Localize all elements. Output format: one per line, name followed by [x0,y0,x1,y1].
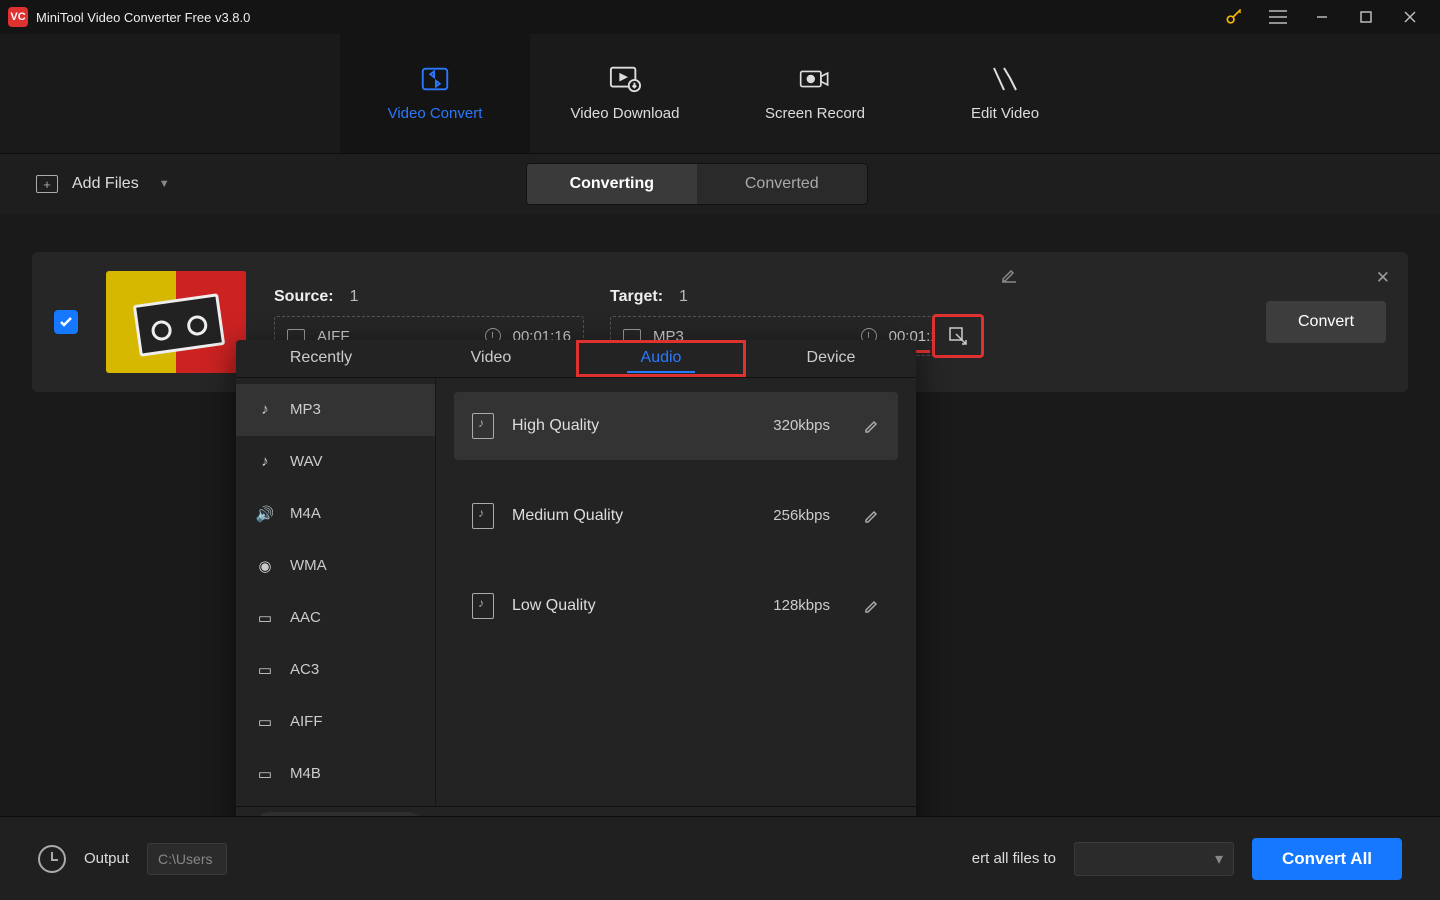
nav-screen-record[interactable]: Screen Record [720,34,910,153]
app-logo: VC [8,7,28,27]
source-label: Source: [274,288,334,306]
audio-file-icon [472,593,494,619]
quality-rate: 256kbps [750,507,830,524]
add-files-icon [36,175,58,193]
quality-rate: 320kbps [750,417,830,434]
format-picker-popup: Recently Video Audio Device ♪ MP3 ♪ WAV 🔊 M… [236,340,916,850]
maximize-button[interactable] [1344,0,1388,34]
aac-icon: ▭ [254,609,276,627]
file-thumbnail [106,271,246,373]
minimize-button[interactable] [1300,0,1344,34]
bottom-bar: Output C:\Users ert all files to ▾ Conve… [0,816,1440,900]
titlebar: VC MiniTool Video Converter Free v3.8.0 [0,0,1440,34]
convert-button[interactable]: Convert [1266,301,1386,343]
popup-tab-audio[interactable]: Audio [576,340,746,377]
nav-label: Video Download [571,105,680,122]
ac3-icon: ▭ [254,661,276,679]
nav-video-convert[interactable]: Video Convert [340,34,530,153]
convert-all-button[interactable]: Convert All [1252,838,1402,880]
quality-rate: 128kbps [750,597,830,614]
file-checkbox[interactable] [54,310,78,334]
quality-name: Low Quality [512,597,732,615]
nav-label: Edit Video [971,105,1039,122]
quality-list: High Quality 320kbps Medium Quality 256k… [436,378,916,806]
format-label: M4A [290,505,321,522]
remove-file-button[interactable]: ✕ [1376,268,1390,288]
close-button[interactable] [1388,0,1432,34]
format-item-m4a[interactable]: 🔊 M4A [236,488,435,540]
tab-converted[interactable]: Converted [697,164,867,204]
quality-name: Medium Quality [512,507,732,525]
quality-item-low[interactable]: Low Quality 128kbps [454,572,898,640]
edit-quality-icon[interactable] [864,598,880,614]
output-path-text: C:\Users [158,851,212,867]
aiff-icon: ▭ [254,713,276,731]
popup-tab-device[interactable]: Device [746,340,916,377]
download-icon [609,65,641,93]
convert-all-target-label: ert all files to [972,850,1056,867]
format-item-ac3[interactable]: ▭ AC3 [236,644,435,696]
convert-all-target-dropdown[interactable]: ▾ [1074,842,1234,876]
add-files-button[interactable]: Add Files ▼ [36,175,170,193]
key-icon[interactable] [1212,0,1256,34]
m4b-icon: ▭ [254,765,276,783]
edit-quality-icon[interactable] [864,508,880,524]
edit-icon [989,65,1021,93]
speaker-icon: 🔊 [254,505,276,523]
record-icon [799,65,831,93]
target-count: 1 [679,288,688,306]
target-label: Target: [610,288,663,306]
status-tabs: Converting Converted [526,163,868,205]
format-item-mp3[interactable]: ♪ MP3 [236,384,435,436]
output-path-field[interactable]: C:\Users [147,843,227,875]
format-label: AC3 [290,661,319,678]
output-label: Output [84,850,129,867]
music-icon: ♪ [254,453,276,471]
convert-icon [419,65,451,93]
audio-file-icon [472,413,494,439]
format-label: WAV [290,453,323,470]
toolbar: Add Files ▼ Converting Converted [0,154,1440,214]
nav-video-download[interactable]: Video Download [530,34,720,153]
format-label: M4B [290,765,321,782]
chevron-down-icon: ▼ [159,178,170,190]
format-label: AIFF [290,713,323,730]
popup-tab-video[interactable]: Video [406,340,576,377]
tab-converting[interactable]: Converting [527,164,697,204]
popup-tabs: Recently Video Audio Device [236,340,916,378]
nav-edit-video[interactable]: Edit Video [910,34,1100,153]
nav-label: Screen Record [765,105,865,122]
quality-name: High Quality [512,417,732,435]
source-count: 1 [350,288,359,306]
music-icon: ♪ [254,401,276,419]
format-list[interactable]: ♪ MP3 ♪ WAV 🔊 M4A ◉ WMA ▭ AAC ▭ AC3 ▭ AIFF ▭ M4B [236,378,436,806]
menu-icon[interactable] [1256,0,1300,34]
chevron-down-icon: ▾ [1215,849,1223,869]
edit-quality-icon[interactable] [864,418,880,434]
format-item-aiff[interactable]: ▭ AIFF [236,696,435,748]
format-item-wav[interactable]: ♪ WAV [236,436,435,488]
target-format-selector[interactable] [932,314,984,358]
speaker-icon: ◉ [254,557,276,575]
format-item-m4b[interactable]: ▭ M4B [236,748,435,800]
alarm-icon[interactable] [38,845,66,873]
nav-label: Video Convert [388,105,483,122]
quality-item-medium[interactable]: Medium Quality 256kbps [454,482,898,550]
quality-item-high[interactable]: High Quality 320kbps [454,392,898,460]
app-title: MiniTool Video Converter Free v3.8.0 [36,10,1212,25]
format-label: AAC [290,609,321,626]
format-label: WMA [290,557,327,574]
add-files-label: Add Files [72,175,139,193]
audio-file-icon [472,503,494,529]
format-item-aac[interactable]: ▭ AAC [236,592,435,644]
top-nav: Video Convert Video Download Screen Reco… [0,34,1440,154]
edit-target-icon[interactable] [1000,266,1018,284]
format-label: MP3 [290,401,321,418]
format-item-wma[interactable]: ◉ WMA [236,540,435,592]
popup-tab-recently[interactable]: Recently [236,340,406,377]
